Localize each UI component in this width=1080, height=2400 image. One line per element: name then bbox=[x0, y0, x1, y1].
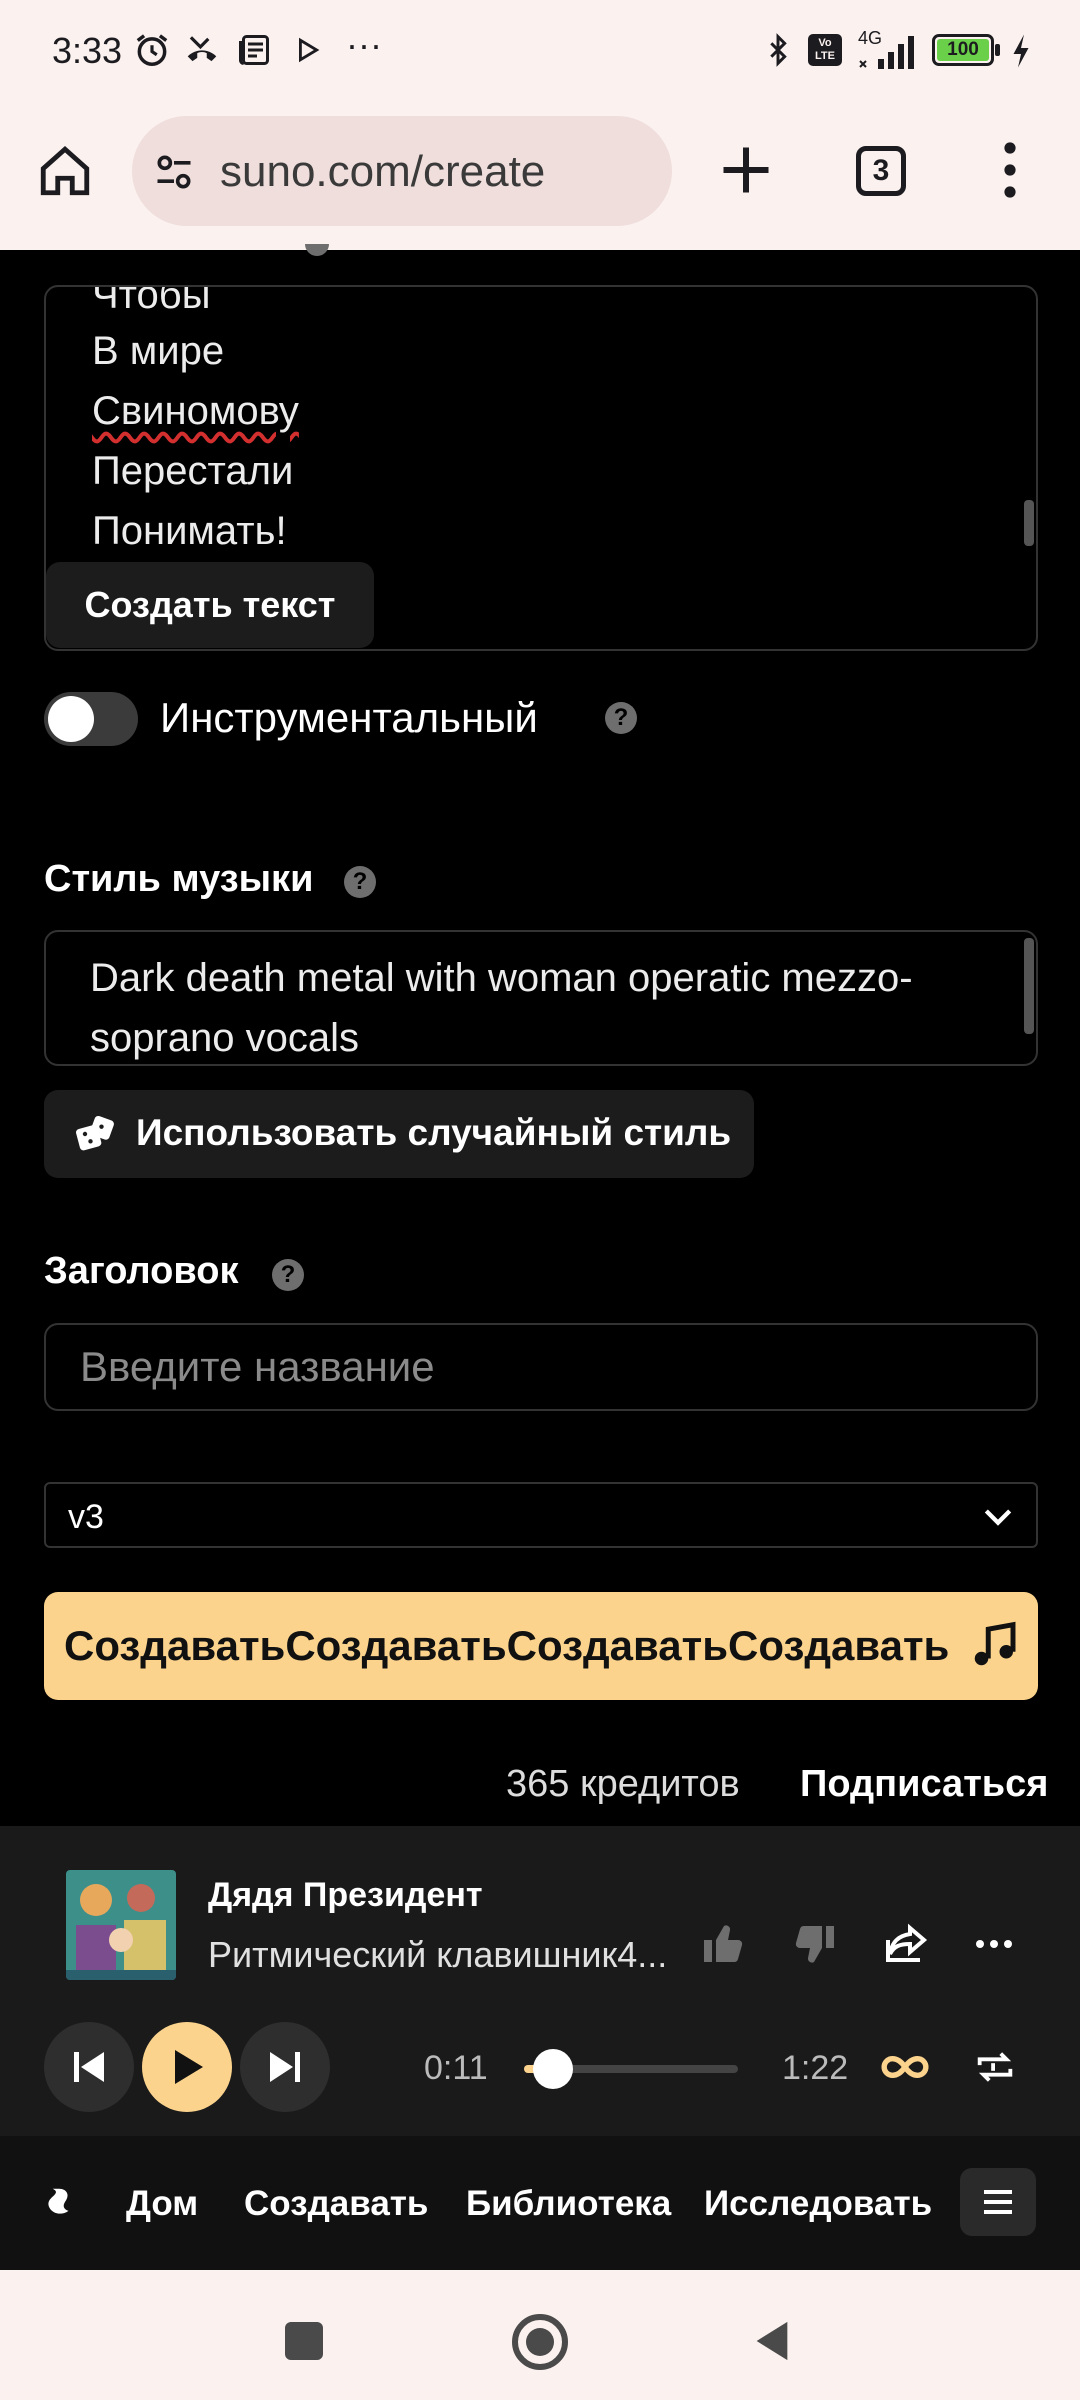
next-track-button[interactable] bbox=[240, 2022, 330, 2112]
play-store-icon bbox=[290, 32, 326, 68]
more-horiz-icon[interactable] bbox=[970, 1920, 1026, 1976]
style-text: Dark death metal with woman operatic mez… bbox=[90, 956, 913, 1060]
skip-previous-icon bbox=[74, 2052, 104, 2082]
lyrics-line: Чтобы bbox=[92, 285, 211, 317]
help-icon-partial[interactable] bbox=[305, 244, 329, 256]
more-notifications: ··· bbox=[346, 24, 382, 65]
random-style-label: Использовать случайный стиль bbox=[136, 1112, 732, 1153]
share-icon[interactable] bbox=[882, 1920, 938, 1976]
thumbs-up-icon[interactable] bbox=[700, 1920, 756, 1976]
new-tab-icon[interactable] bbox=[716, 140, 776, 200]
hamburger-menu-button[interactable] bbox=[960, 2168, 1036, 2236]
system-home-icon[interactable] bbox=[512, 2314, 568, 2370]
infinite-loop-icon[interactable] bbox=[880, 2042, 930, 2092]
progress-thumb[interactable] bbox=[532, 2049, 573, 2089]
lyrics-line: Понимать! bbox=[92, 509, 287, 553]
recents-icon[interactable] bbox=[285, 2322, 323, 2360]
progress-slider[interactable] bbox=[524, 2049, 738, 2089]
subscribe-link[interactable]: Подписаться bbox=[800, 1763, 1048, 1806]
status-bar: 3:33 ··· Vo LTE 4G 100 bbox=[0, 0, 1080, 100]
status-time: 3:33 bbox=[52, 30, 123, 71]
lyrics-line: В мире bbox=[92, 329, 225, 373]
news-icon bbox=[234, 30, 274, 70]
chevron-down-icon bbox=[978, 1496, 1018, 1536]
style-label: Стиль музыки bbox=[44, 858, 314, 900]
site-settings-icon[interactable] bbox=[152, 150, 196, 194]
credits-count: 365 кредитов bbox=[506, 1763, 740, 1805]
random-style-button[interactable]: Использовать случайный стиль bbox=[44, 1090, 754, 1178]
generate-lyrics-button[interactable]: Создать текст bbox=[46, 562, 374, 648]
song-title[interactable]: Дядя Президент bbox=[208, 1876, 483, 1915]
nav-item-home[interactable]: Дом bbox=[126, 2184, 198, 2224]
style-textarea[interactable]: Dark death metal with woman operatic mez… bbox=[44, 930, 1038, 1066]
play-button[interactable] bbox=[142, 2022, 232, 2112]
menu-icon bbox=[984, 2190, 1012, 2214]
missed-call-icon bbox=[182, 30, 222, 70]
charging-icon bbox=[1008, 32, 1034, 70]
battery-tip bbox=[995, 44, 1000, 56]
album-cover[interactable] bbox=[66, 1870, 176, 1980]
repeat-icon[interactable] bbox=[972, 2044, 1018, 2090]
create-button-label: СоздаватьСоздаватьСоздаватьСоздавать bbox=[64, 1622, 950, 1669]
lyrics-scrollbar[interactable] bbox=[1024, 500, 1034, 546]
music-note-icon bbox=[968, 1618, 1022, 1672]
instrumental-label: Инструментальный bbox=[160, 694, 538, 741]
nav-item-library[interactable]: Библиотека bbox=[466, 2184, 671, 2224]
url-text[interactable]: suno.com/create bbox=[220, 147, 545, 197]
help-icon[interactable]: ? bbox=[344, 866, 376, 898]
version-select[interactable]: v3 bbox=[44, 1482, 1038, 1548]
battery-icon: 100 bbox=[932, 34, 994, 66]
nav-item-explore[interactable]: Исследовать bbox=[704, 2184, 932, 2224]
play-icon bbox=[175, 2050, 203, 2084]
title-label: Заголовок bbox=[44, 1250, 239, 1292]
previous-track-button[interactable] bbox=[44, 2022, 134, 2112]
back-icon[interactable] bbox=[752, 2318, 792, 2364]
home-icon[interactable] bbox=[36, 142, 94, 200]
song-subtitle[interactable]: Ритмический клавишник4... bbox=[208, 1934, 667, 1976]
lyrics-line: Свиномову bbox=[92, 389, 299, 433]
help-icon[interactable]: ? bbox=[272, 1259, 304, 1291]
bluetooth-icon bbox=[760, 30, 796, 70]
total-time: 1:22 bbox=[782, 2049, 849, 2087]
dice-icon bbox=[74, 1112, 118, 1156]
system-navigation-bar bbox=[0, 2270, 1080, 2400]
thumbs-down-icon[interactable] bbox=[790, 1920, 846, 1976]
version-value: v3 bbox=[68, 1498, 104, 1536]
help-icon[interactable]: ? bbox=[605, 702, 637, 734]
alarm-icon bbox=[132, 30, 172, 70]
toggle-knob bbox=[48, 696, 94, 742]
tab-switcher-button[interactable]: 3 bbox=[856, 146, 906, 196]
suno-logo-icon[interactable] bbox=[40, 2184, 78, 2222]
current-time: 0:11 bbox=[424, 2049, 488, 2087]
skip-next-icon bbox=[270, 2052, 300, 2082]
lyrics-line: Перестали bbox=[92, 449, 294, 493]
battery-level: 100 bbox=[937, 39, 989, 61]
nav-item-create[interactable]: Создавать bbox=[244, 2184, 428, 2224]
signal-icon bbox=[858, 34, 918, 70]
title-input[interactable] bbox=[44, 1323, 1038, 1411]
more-vert-icon[interactable] bbox=[990, 140, 1030, 200]
style-scrollbar[interactable] bbox=[1024, 938, 1034, 1034]
create-button[interactable]: СоздаватьСоздаватьСоздаватьСоздавать bbox=[44, 1592, 1038, 1700]
instrumental-toggle[interactable] bbox=[44, 692, 138, 746]
volte-icon: Vo LTE bbox=[808, 34, 842, 66]
